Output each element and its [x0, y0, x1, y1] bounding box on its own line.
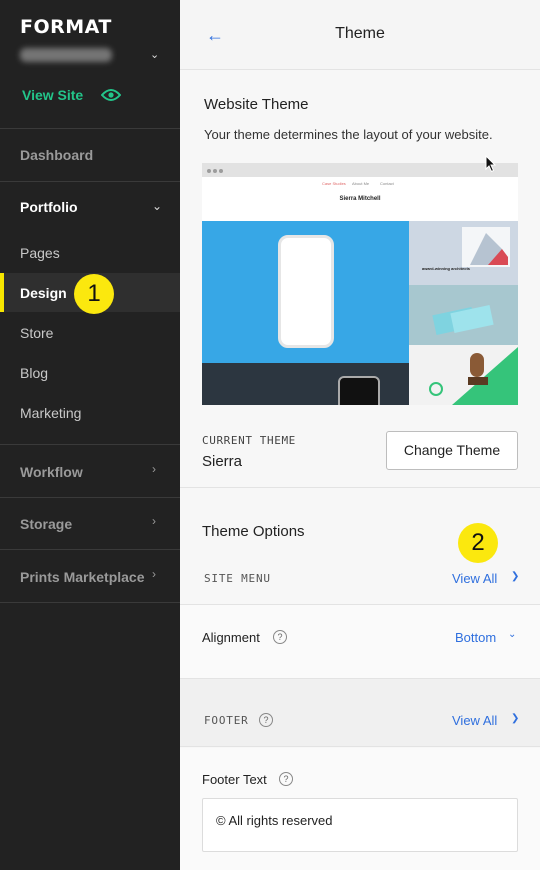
chevron-right-icon[interactable]: ❯ — [511, 713, 519, 724]
sidebar-item-workflow[interactable]: Workflow — [20, 464, 83, 480]
site-menu-label: SITE MENU — [204, 572, 271, 585]
help-icon[interactable]: ? — [279, 772, 293, 786]
chevron-down-icon[interactable]: ⌄ — [150, 48, 159, 61]
divider — [0, 444, 180, 445]
help-icon[interactable]: ? — [259, 713, 273, 727]
footer-view-all-link[interactable]: View All — [452, 713, 497, 728]
website-theme-heading: Website Theme — [204, 96, 309, 113]
preview-cards-graphic — [432, 305, 494, 335]
callout-badge-1: 1 — [74, 274, 114, 314]
chevron-down-icon[interactable]: ⌄ — [508, 629, 516, 640]
preview-phone-mockup-small — [338, 376, 380, 405]
theme-panel: ← Theme Website Theme Your theme determi… — [180, 0, 540, 870]
page-title: Theme — [335, 25, 385, 42]
divider — [0, 602, 180, 603]
chevron-right-icon[interactable]: ❯ — [511, 571, 519, 582]
sidebar-item-prints-marketplace[interactable]: Prints Marketplace — [20, 569, 145, 585]
chevron-right-icon[interactable]: › — [152, 567, 156, 581]
preview-building-graphic — [462, 227, 510, 267]
preview-nav-item: Contact — [380, 181, 394, 186]
sidebar-item-portfolio[interactable]: Portfolio — [20, 199, 78, 215]
alignment-dropdown[interactable]: Bottom — [455, 630, 496, 645]
cursor-icon — [485, 155, 497, 173]
sidebar-item-store[interactable]: Store — [20, 325, 53, 341]
callout-badge-2: 2 — [458, 523, 498, 563]
sidebar-active-marker — [0, 273, 4, 312]
sidebar-item-design[interactable]: Design — [20, 285, 67, 301]
chevron-down-icon[interactable]: ⌄ — [152, 199, 162, 213]
chevron-right-icon[interactable]: › — [152, 514, 156, 528]
sidebar-item-storage[interactable]: Storage — [20, 516, 72, 532]
eye-icon[interactable] — [101, 88, 121, 102]
footer-text-input[interactable]: © All rights reserved — [202, 798, 518, 852]
preview-stamp-graphic — [429, 347, 518, 405]
divider — [0, 181, 180, 182]
panel-header: ← Theme — [180, 0, 540, 70]
view-site-link[interactable]: View Site — [22, 87, 83, 103]
format-logo[interactable]: FORMAT — [20, 16, 112, 38]
sidebar-item-dashboard[interactable]: Dashboard — [20, 147, 93, 163]
theme-preview-image[interactable]: Case Studies About Me Contact Sierra Mit… — [202, 163, 518, 405]
website-theme-description: Your theme determines the layout of your… — [204, 127, 493, 142]
preview-caption: award-winning architects — [422, 266, 471, 271]
preview-site-name: Sierra Mitchell — [339, 196, 381, 202]
site-menu-view-all-link[interactable]: View All — [452, 571, 497, 586]
divider — [0, 549, 180, 550]
sidebar-item-pages[interactable]: Pages — [20, 245, 60, 261]
divider — [0, 128, 180, 129]
preview-phone-mockup — [278, 235, 334, 348]
chevron-right-icon[interactable]: › — [152, 462, 156, 476]
current-theme-value: Sierra — [202, 453, 243, 470]
preview-dot — [213, 169, 217, 173]
sidebar-item-blog[interactable]: Blog — [20, 365, 48, 381]
account-name-blurred[interactable] — [20, 48, 112, 62]
current-theme-label: CURRENT THEME — [202, 434, 296, 447]
divider — [0, 497, 180, 498]
alignment-label: Alignment — [202, 630, 260, 645]
theme-options-heading: Theme Options — [202, 523, 305, 540]
preview-nav-item: Case Studies — [322, 181, 346, 186]
preview-nav-item: About Me — [352, 181, 370, 186]
change-theme-button[interactable]: Change Theme — [386, 431, 518, 470]
preview-dot — [207, 169, 211, 173]
preview-dot — [219, 169, 223, 173]
sidebar: FORMAT ⌄ View Site Dashboard Portfolio ⌄… — [0, 0, 180, 870]
sidebar-item-marketing[interactable]: Marketing — [20, 405, 81, 421]
preview-browser-bar — [202, 163, 518, 177]
footer-text-label: Footer Text — [202, 772, 267, 787]
help-icon[interactable]: ? — [273, 630, 287, 644]
footer-label: FOOTER — [204, 714, 249, 727]
